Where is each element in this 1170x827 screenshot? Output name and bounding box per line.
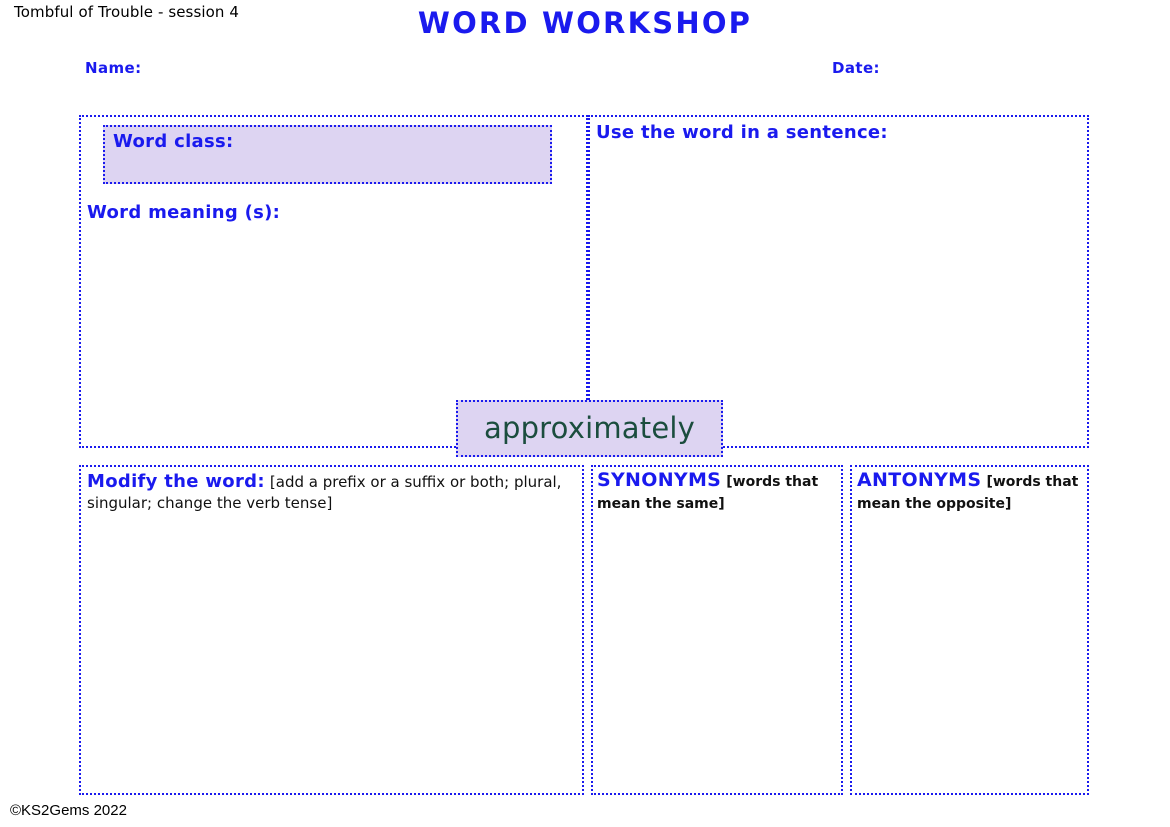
word-class-label: Word class:: [113, 131, 234, 152]
panel-synonyms[interactable]: [591, 465, 843, 795]
page-title: WORD WORKSHOP: [417, 6, 753, 40]
name-field-label: Name:: [85, 59, 142, 77]
panel-use-in-sentence[interactable]: [588, 115, 1089, 448]
word-meaning-label: Word meaning (s):: [87, 202, 281, 223]
synonyms-heading-block: SYNONYMS [words that mean the same]: [597, 468, 840, 513]
antonyms-label: ANTONYMS: [857, 469, 982, 491]
copyright-notice: ©KS2Gems 2022: [10, 802, 127, 819]
focus-word-bubble: approximately: [456, 400, 723, 457]
panel-modify-the-word[interactable]: [79, 465, 584, 795]
use-in-sentence-label: Use the word in a sentence:: [596, 122, 888, 143]
modify-the-word-heading-block: Modify the word: [add a prefix or a suff…: [87, 470, 567, 514]
focus-word-text: approximately: [484, 411, 695, 445]
panel-antonyms[interactable]: [850, 465, 1089, 795]
modify-the-word-label: Modify the word:: [87, 471, 265, 492]
antonyms-heading-block: ANTONYMS [words that mean the opposite]: [857, 468, 1085, 513]
synonyms-label: SYNONYMS: [597, 469, 722, 491]
date-field-label: Date:: [832, 59, 880, 77]
